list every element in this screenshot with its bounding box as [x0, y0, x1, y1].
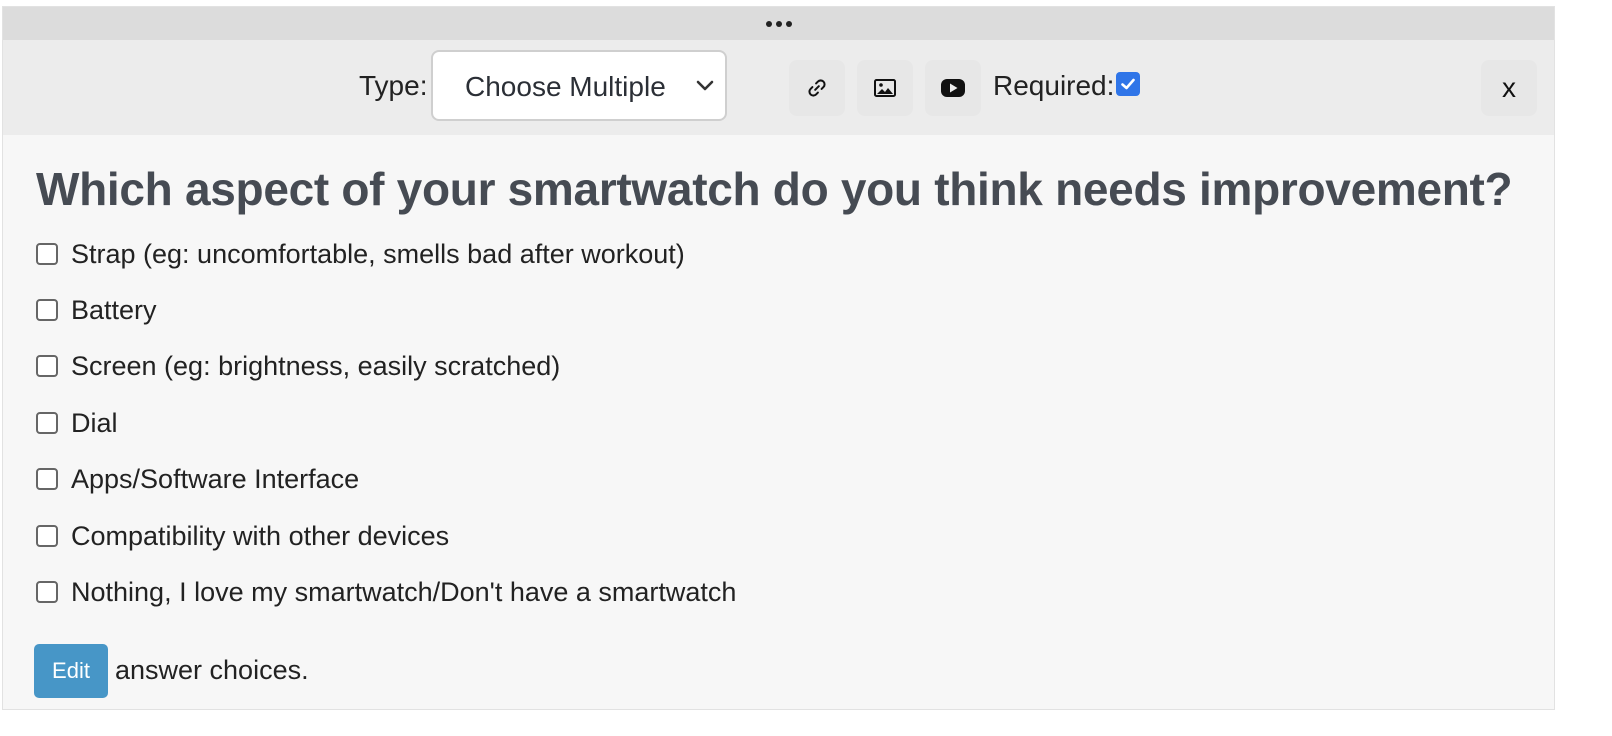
- question-toolbar: Type: Choose Multiple Required: x: [3, 40, 1554, 135]
- question-type-value: Choose Multiple: [465, 71, 666, 102]
- insert-video-button[interactable]: [925, 60, 981, 116]
- insert-link-button[interactable]: [789, 60, 845, 116]
- link-icon: [808, 79, 826, 97]
- option-checkbox[interactable]: [36, 525, 58, 547]
- edit-button-label: Edit: [52, 658, 90, 683]
- option-label: Nothing, I love my smartwatch/Don't have…: [71, 576, 737, 607]
- close-label: x: [1502, 72, 1516, 103]
- option-checkbox[interactable]: [36, 299, 58, 321]
- option-label: Apps/Software Interface: [71, 463, 360, 494]
- image-icon: [874, 79, 896, 97]
- answer-option[interactable]: Apps/Software Interface: [36, 462, 359, 496]
- option-label: Battery: [71, 294, 157, 325]
- option-label: Compatibility with other devices: [71, 520, 450, 551]
- option-checkbox[interactable]: [36, 355, 58, 377]
- question-type-select[interactable]: Choose Multiple: [431, 50, 727, 121]
- video-icon: [941, 79, 965, 97]
- option-checkbox[interactable]: [36, 581, 58, 603]
- answer-option[interactable]: Screen (eg: brightness, easily scratched…: [36, 349, 560, 383]
- chevron-down-icon: [696, 80, 714, 91]
- answer-option[interactable]: Battery: [36, 293, 157, 327]
- option-checkbox[interactable]: [36, 468, 58, 490]
- edit-answers-button[interactable]: Edit: [34, 644, 108, 698]
- drag-handle[interactable]: [3, 7, 1554, 40]
- close-button[interactable]: x: [1481, 60, 1537, 116]
- edit-answers-text: answer choices.: [115, 655, 309, 685]
- answer-option[interactable]: Compatibility with other devices: [36, 519, 449, 553]
- option-label: Screen (eg: brightness, easily scratched…: [71, 350, 561, 381]
- required-checkbox[interactable]: [1116, 72, 1140, 96]
- required-label: Required:: [993, 70, 1115, 101]
- insert-image-button[interactable]: [857, 60, 913, 116]
- type-label: Type:: [359, 70, 428, 101]
- option-checkbox[interactable]: [36, 412, 58, 434]
- option-checkbox[interactable]: [36, 243, 58, 265]
- option-label: Strap (eg: uncomfortable, smells bad aft…: [71, 238, 685, 269]
- more-dots-icon: [765, 20, 792, 27]
- checkmark-icon: [1121, 78, 1135, 90]
- question-card: Type: Choose Multiple Required: x Which …: [2, 6, 1555, 710]
- answer-option[interactable]: Strap (eg: uncomfortable, smells bad aft…: [36, 237, 685, 271]
- answer-option[interactable]: Nothing, I love my smartwatch/Don't have…: [36, 575, 736, 609]
- question-title: Which aspect of your smartwatch do you t…: [36, 163, 1513, 215]
- option-label: Dial: [71, 407, 118, 438]
- answer-option[interactable]: Dial: [36, 406, 118, 440]
